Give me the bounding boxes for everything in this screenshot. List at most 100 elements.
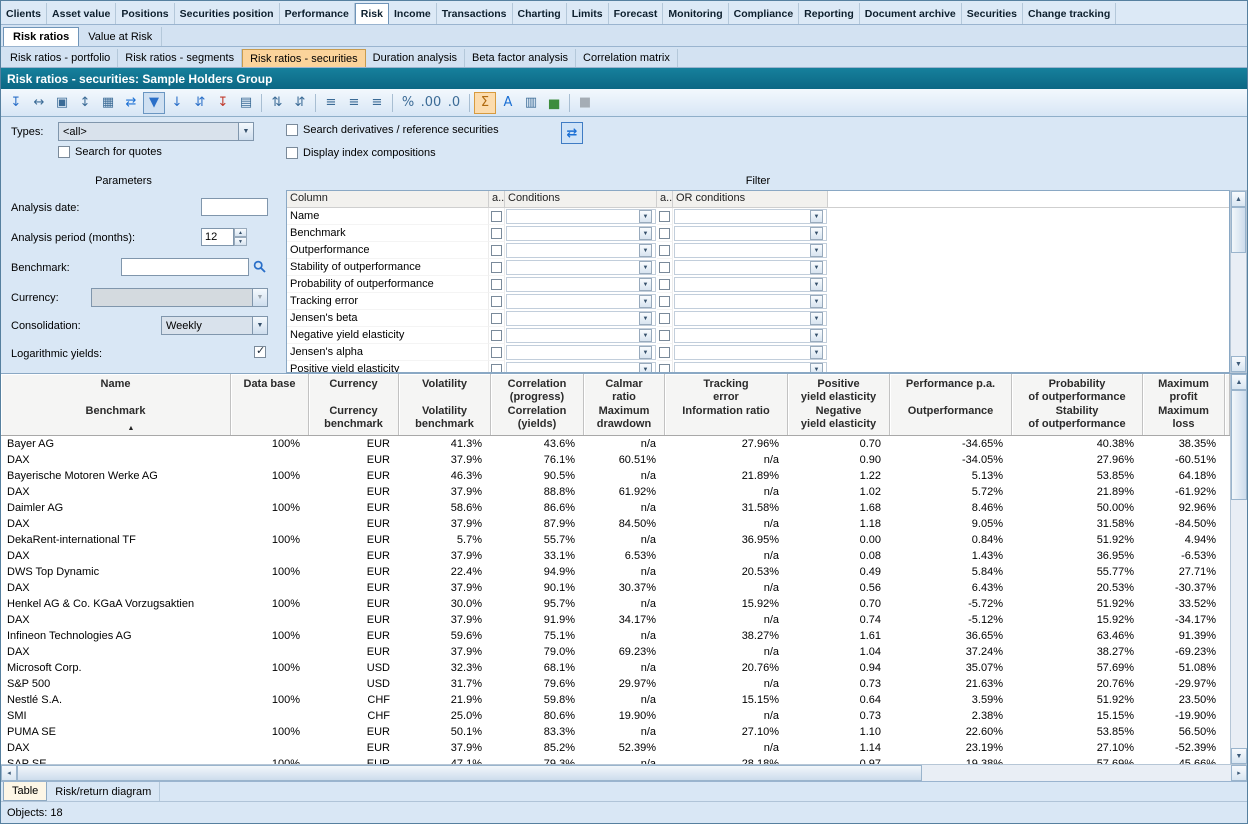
search-derivatives-checkbox[interactable] [286,124,298,136]
tab-securities-position[interactable]: Securities position [175,3,280,24]
benchmark-search-icon[interactable] [251,258,269,276]
tab-income[interactable]: Income [389,3,437,24]
table-row[interactable]: DAXEUR37.9%85.2%52.39%n/a1.1423.19%27.10… [1,740,1230,756]
scrollbar-thumb[interactable] [1231,207,1246,253]
table-scrollbar[interactable]: ▲ ▼ [1230,374,1247,764]
column-header-calmar-ratio[interactable]: Calmar ratioMaximum drawdown [584,374,665,435]
filter-checkbox[interactable] [491,364,502,374]
chevron-down-icon[interactable]: ▼ [238,123,253,140]
display-index-option[interactable]: Display index compositions [286,147,436,159]
or-condition-dropdown[interactable]: ▼ [674,311,827,326]
or-condition-dropdown[interactable]: ▼ [674,277,827,292]
table-row[interactable]: Nestlé S.A.100%CHF21.9%59.8%n/a15.15%0.6… [1,692,1230,708]
tab-performance[interactable]: Performance [280,3,355,24]
chevron-down-icon[interactable]: ▼ [639,329,652,342]
tab-risk-ratios[interactable]: Risk ratios [3,27,79,46]
increase-decimal-icon[interactable]: .00 [420,92,442,114]
row-chart-icon[interactable]: ▤ [235,92,257,114]
condition-dropdown[interactable]: ▼ [506,209,656,224]
column-header-maximum-profit[interactable]: Maximum profitMaximum loss [1143,374,1225,435]
chevron-down-icon[interactable]: ▼ [810,312,823,325]
tab-value-at-risk[interactable]: Value at Risk [79,27,162,46]
table-row[interactable]: DAXEUR37.9%87.9%84.50%n/a1.189.05%31.58%… [1,516,1230,532]
filter-checkbox[interactable] [659,330,670,341]
condition-dropdown[interactable]: ▼ [506,362,656,373]
condition-dropdown[interactable]: ▼ [506,294,656,309]
filter-checkbox[interactable] [491,347,502,358]
tab-correlation-matrix[interactable]: Correlation matrix [576,49,678,67]
column-header-positive-yield-elasticity[interactable]: Positive yield elasticityNegative yield … [788,374,890,435]
or-condition-dropdown[interactable]: ▼ [674,226,827,241]
or-condition-dropdown[interactable]: ▼ [674,260,827,275]
filter-checkbox[interactable] [659,347,670,358]
table-row[interactable]: DAXEUR37.9%91.9%34.17%n/a0.74-5.12%15.92… [1,612,1230,628]
tab-compliance[interactable]: Compliance [729,3,800,24]
chevron-down-icon[interactable]: ▼ [639,244,652,257]
fit-width-icon[interactable]: ↔ [28,92,50,114]
table-row[interactable]: Infineon Technologies AG100%EUR59.6%75.1… [1,628,1230,644]
filter-checkbox[interactable] [491,313,502,324]
search-derivatives-option[interactable]: Search derivatives / reference securitie… [286,124,499,136]
display-index-checkbox[interactable] [286,147,298,159]
tab-risk-ratios-segments[interactable]: Risk ratios - segments [118,49,242,67]
table-row[interactable]: DAXEUR37.9%88.8%61.92%n/a1.025.72%21.89%… [1,484,1230,500]
filter-checkbox[interactable] [491,330,502,341]
filter-checkbox[interactable] [659,296,670,307]
condition-dropdown[interactable]: ▼ [506,226,656,241]
align-center-icon[interactable]: ≡ [343,92,365,114]
scrollbar-thumb[interactable] [1231,390,1247,500]
scroll-right-icon[interactable]: ▸ [1231,765,1247,781]
scroll-up-icon[interactable]: ▲ [1231,374,1247,390]
tab-document-archive[interactable]: Document archive [860,3,962,24]
table-row[interactable]: Bayerische Motoren Werke AG100%EUR46.3%9… [1,468,1230,484]
copy-table-icon[interactable]: ▣ [51,92,73,114]
analysis-period-stepper[interactable]: ▲ ▼ [201,228,247,246]
or-condition-dropdown[interactable]: ▼ [674,243,827,258]
table-row[interactable]: DAXEUR37.9%33.1%6.53%n/a0.081.43%36.95%-… [1,548,1230,564]
scrollbar-track[interactable] [1231,500,1247,748]
calendar-icon[interactable]: ▦ [97,92,119,114]
tab-monitoring[interactable]: Monitoring [663,3,728,24]
tab-risk-ratios-securities[interactable]: Risk ratios - securities [242,49,366,67]
table-row[interactable]: Henkel AG & Co. KGaA Vorzugsaktien100%EU… [1,596,1230,612]
table-row[interactable]: DAXEUR37.9%76.1%60.51%n/a0.90-34.05%27.9… [1,452,1230,468]
chevron-down-icon[interactable]: ▼ [810,363,823,373]
filter-checkbox[interactable] [659,262,670,273]
sort-descending-icon[interactable]: ⇵ [289,92,311,114]
filter-checkbox[interactable] [659,279,670,290]
scrollbar-track[interactable] [1231,253,1246,356]
chevron-down-icon[interactable]: ▼ [810,227,823,240]
horizontal-scrollbar[interactable]: ◂ ▸ [1,764,1247,781]
column-header-probability-of-outperformance[interactable]: Probability of outperformanceStability o… [1012,374,1143,435]
column-header-name[interactable]: NameBenchmark▲ [1,374,231,435]
tab-beta-factor-analysis[interactable]: Beta factor analysis [465,49,576,67]
condition-dropdown[interactable]: ▼ [506,277,656,292]
chevron-down-icon[interactable]: ▼ [810,244,823,257]
import-icon[interactable]: ↧ [212,92,234,114]
tab-transactions[interactable]: Transactions [437,3,513,24]
tab-positions[interactable]: Positions [116,3,174,24]
tab-risk[interactable]: Risk [355,3,389,24]
table-row[interactable]: DWS Top Dynamic100%EUR22.4%94.9%n/a20.53… [1,564,1230,580]
filter-checkbox[interactable] [659,313,670,324]
tab-table[interactable]: Table [3,782,47,801]
filter-checkbox[interactable] [659,364,670,374]
condition-dropdown[interactable]: ▼ [506,260,656,275]
sort-ascending-icon[interactable]: ⇅ [266,92,288,114]
filter-checkbox[interactable] [659,228,670,239]
or-condition-dropdown[interactable]: ▼ [674,328,827,343]
or-condition-dropdown[interactable]: ▼ [674,209,827,224]
tab-securities[interactable]: Securities [962,3,1023,24]
align-right-icon[interactable]: ≡ [366,92,388,114]
filter-checkbox[interactable] [659,245,670,256]
search-quotes-option[interactable]: Search for quotes [58,146,162,158]
condition-dropdown[interactable]: ▼ [506,345,656,360]
scroll-down-icon[interactable]: ▼ [1231,356,1246,372]
tab-risk-ratios-portfolio[interactable]: Risk ratios - portfolio [3,49,118,67]
fit-height-icon[interactable]: ↕ [74,92,96,114]
filter-scrollbar[interactable]: ▲ ▼ [1230,190,1247,373]
tab-charting[interactable]: Charting [513,3,567,24]
columns-icon[interactable]: ▥ [520,92,542,114]
tab-limits[interactable]: Limits [567,3,609,24]
column-header-currency[interactable]: CurrencyCurrency benchmark [309,374,399,435]
